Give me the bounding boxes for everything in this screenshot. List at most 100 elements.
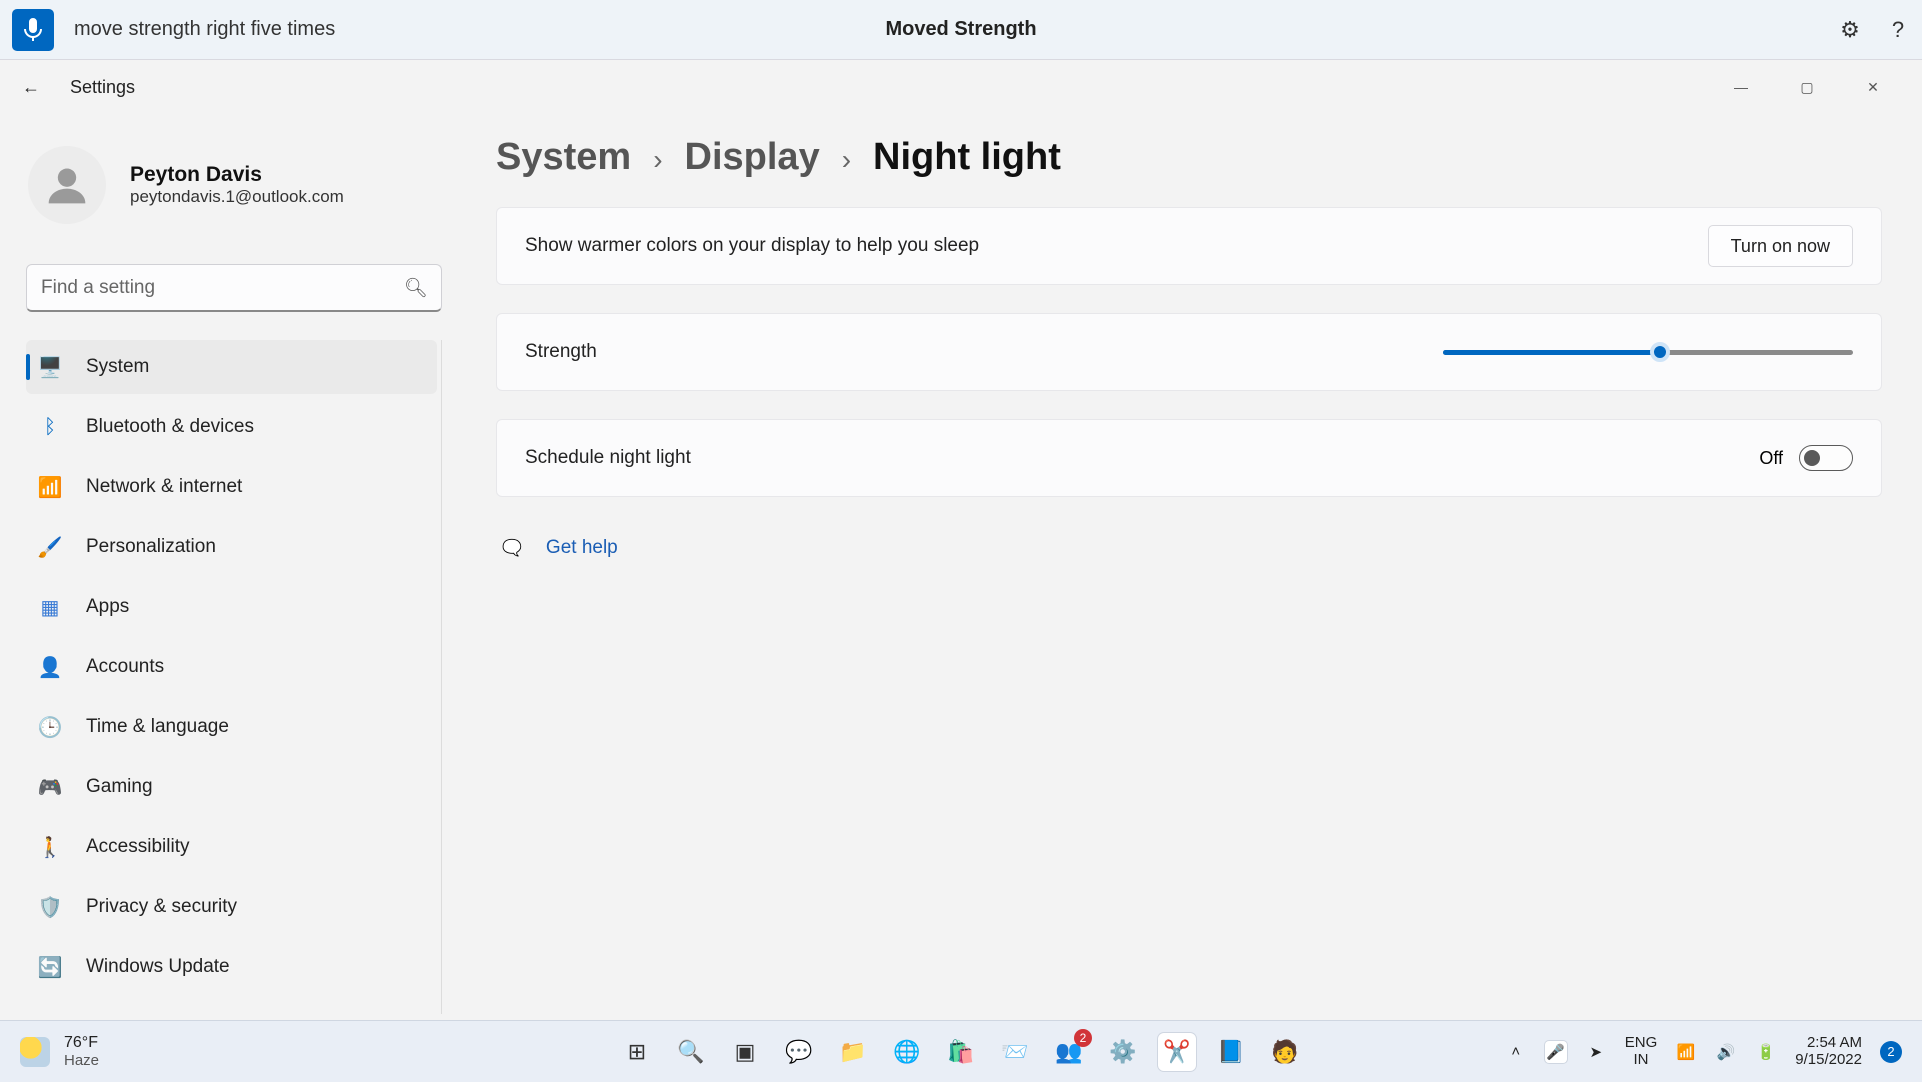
edge-icon[interactable]: 🌐 [888, 1033, 926, 1071]
breadcrumb-current: Night light [873, 136, 1061, 179]
start-icon[interactable]: ⊞ [618, 1033, 656, 1071]
user-email: peytondavis.1@outlook.com [130, 187, 344, 207]
store-icon[interactable]: 🛍️ [942, 1033, 980, 1071]
system-tray: ˄ 🎤 ➤ ENG IN 📶 🔊 🔋 2:54 AM 9/15/2022 2 [1505, 1035, 1902, 1068]
user-profile[interactable]: Peyton Davis peytondavis.1@outlook.com [26, 134, 442, 248]
help-agent-icon: 🗨️ [502, 538, 522, 558]
chevron-right-icon: › [842, 144, 851, 176]
sidebar-item-network-internet[interactable]: 📶Network & internet [26, 460, 437, 514]
language-indicator[interactable]: ENG IN [1625, 1035, 1658, 1068]
strength-slider[interactable] [1443, 350, 1853, 355]
search-wrapper: 🔍︎ [26, 264, 442, 312]
sidebar-item-windows-update[interactable]: 🔄 Windows Update [26, 940, 437, 994]
tray-overflow-icon[interactable]: ˄ [1505, 1041, 1527, 1063]
weather-cond: Haze [64, 1052, 99, 1069]
strength-label: Strength [525, 341, 597, 363]
battery-icon[interactable]: 🔋 [1755, 1041, 1777, 1063]
clock-time: 2:54 AM [1795, 1035, 1862, 1052]
privacy-security-icon: 🛡️ [38, 895, 62, 919]
sidebar-item-bluetooth-devices[interactable]: ᛒ Bluetooth & devices [26, 400, 437, 454]
voice-settings-icon[interactable]: ⚙ [1838, 18, 1862, 42]
turn-on-now-button[interactable]: Turn on now [1708, 225, 1853, 267]
sidebar-item-label: Bluetooth & devices [86, 416, 254, 438]
sidebar: Peyton Davis peytondavis.1@outlook.com 🔍… [0, 114, 460, 1020]
word-icon[interactable]: 📘 [1212, 1033, 1250, 1071]
taskview-icon[interactable]: ▣ [726, 1033, 764, 1071]
slider-thumb[interactable] [1650, 342, 1670, 362]
schedule-state-label: Off [1759, 448, 1783, 469]
explorer-icon[interactable]: 📁 [834, 1033, 872, 1071]
breadcrumb-display[interactable]: Display [685, 136, 820, 179]
avatar [28, 146, 106, 224]
snip-icon[interactable]: ✂️ [1158, 1033, 1196, 1071]
get-help-link[interactable]: Get help [546, 537, 618, 559]
windows-update-icon: 🔄 [38, 955, 62, 979]
main-content: System › Display › Night light Show warm… [460, 114, 1922, 1020]
weather-temp: 76°F [64, 1034, 99, 1052]
sidebar-item-system[interactable]: 🖥️System [26, 340, 437, 394]
time-language-icon: 🕒 [38, 715, 62, 739]
maximize-button[interactable]: ▢ [1792, 79, 1822, 96]
lang-top: ENG [1625, 1035, 1658, 1052]
taskbar-center: ⊞ 🔍 ▣ 💬 📁 🌐 🛍️ 📨 👥2 ⚙️ ✂️ 📘 🧑 [618, 1033, 1304, 1071]
sidebar-item-gaming[interactable]: 🎮Gaming [26, 760, 437, 814]
weather-widget[interactable]: 76°F Haze [20, 1034, 99, 1069]
mic-muted-icon[interactable]: 🎤 [1545, 1041, 1567, 1063]
breadcrumb-system[interactable]: System [496, 136, 631, 179]
sidebar-item-label: Time & language [86, 716, 229, 738]
sidebar-item-label: Accounts [86, 656, 164, 678]
search-icon[interactable]: 🔍︎ [404, 276, 428, 300]
search-input[interactable] [26, 264, 442, 312]
system-icon: 🖥️ [38, 355, 62, 379]
taskbar-badge: 2 [1074, 1029, 1092, 1047]
clock[interactable]: 2:54 AM 9/15/2022 [1795, 1035, 1862, 1068]
accounts-icon: 👤 [38, 655, 62, 679]
sidebar-item-accessibility[interactable]: 🚶 Accessibility [26, 820, 437, 874]
teams-icon[interactable]: 👥2 [1050, 1033, 1088, 1071]
window-titlebar: ← Settings — ▢ ✕ [0, 60, 1922, 114]
personalization-icon: 🖌️ [38, 535, 62, 559]
volume-icon[interactable]: 🔊 [1715, 1041, 1737, 1063]
bluetooth-devices-icon: ᛒ [38, 415, 62, 439]
schedule-toggle[interactable] [1799, 445, 1853, 471]
toggle-knob [1804, 450, 1820, 466]
taskbar: 76°F Haze ⊞ 🔍 ▣ 💬 📁 🌐 🛍️ 📨 👥2 ⚙️ ✂️ 📘 🧑 ˄ 🎤 ➤ ENG IN… [0, 1020, 1922, 1082]
chat-icon[interactable]: 💬 [780, 1033, 818, 1071]
schedule-card: Schedule night light Off [496, 419, 1882, 497]
sidebar-item-label: Personalization [86, 536, 216, 558]
voice-help-icon[interactable]: ? [1886, 18, 1910, 42]
lang-bottom: IN [1625, 1052, 1658, 1069]
gaming-icon: 🎮 [38, 775, 62, 799]
weather-icon [20, 1037, 50, 1067]
sidebar-item-accounts[interactable]: 👤 Accounts [26, 640, 437, 694]
description-card: Show warmer colors on your display to he… [496, 207, 1882, 285]
wifi-icon[interactable]: 📶 [1675, 1041, 1697, 1063]
sidebar-item-apps[interactable]: ▦ Apps [26, 580, 437, 634]
get-help-row[interactable]: 🗨️ Get help [496, 537, 1882, 559]
user-name: Peyton Davis [130, 163, 344, 187]
location-icon[interactable]: ➤ [1585, 1041, 1607, 1063]
mail-icon[interactable]: 📨 [996, 1033, 1034, 1071]
schedule-label: Schedule night light [525, 447, 691, 469]
search-icon[interactable]: 🔍 [672, 1033, 710, 1071]
accessibility-icon: 🚶 [38, 835, 62, 859]
back-button[interactable]: ← [22, 77, 42, 98]
sidebar-item-label: Accessibility [86, 836, 189, 858]
apps-icon: ▦ [38, 595, 62, 619]
people-icon[interactable]: 🧑 [1266, 1033, 1304, 1071]
notification-badge[interactable]: 2 [1880, 1041, 1902, 1063]
microphone-button[interactable] [12, 9, 54, 51]
settings-icon[interactable]: ⚙️ [1104, 1033, 1142, 1071]
network-internet-icon: 📶 [38, 475, 62, 499]
minimize-button[interactable]: — [1726, 79, 1756, 96]
sidebar-item-label: Windows Update [86, 956, 230, 978]
sidebar-item-label: Privacy & security [86, 896, 237, 918]
sidebar-item-personalization[interactable]: 🖌️ Personalization [26, 520, 437, 574]
settings-window: ← Settings — ▢ ✕ Peyton Davis peytondavi… [0, 60, 1922, 1020]
sidebar-item-privacy-security[interactable]: 🛡️ Privacy & security [26, 880, 437, 934]
clock-date: 9/15/2022 [1795, 1052, 1862, 1069]
voice-access-bar: move strength right five times Moved Str… [0, 0, 1922, 60]
close-button[interactable]: ✕ [1858, 79, 1888, 96]
sidebar-item-label: Apps [86, 596, 129, 618]
sidebar-item-time-language[interactable]: 🕒 Time & language [26, 700, 437, 754]
